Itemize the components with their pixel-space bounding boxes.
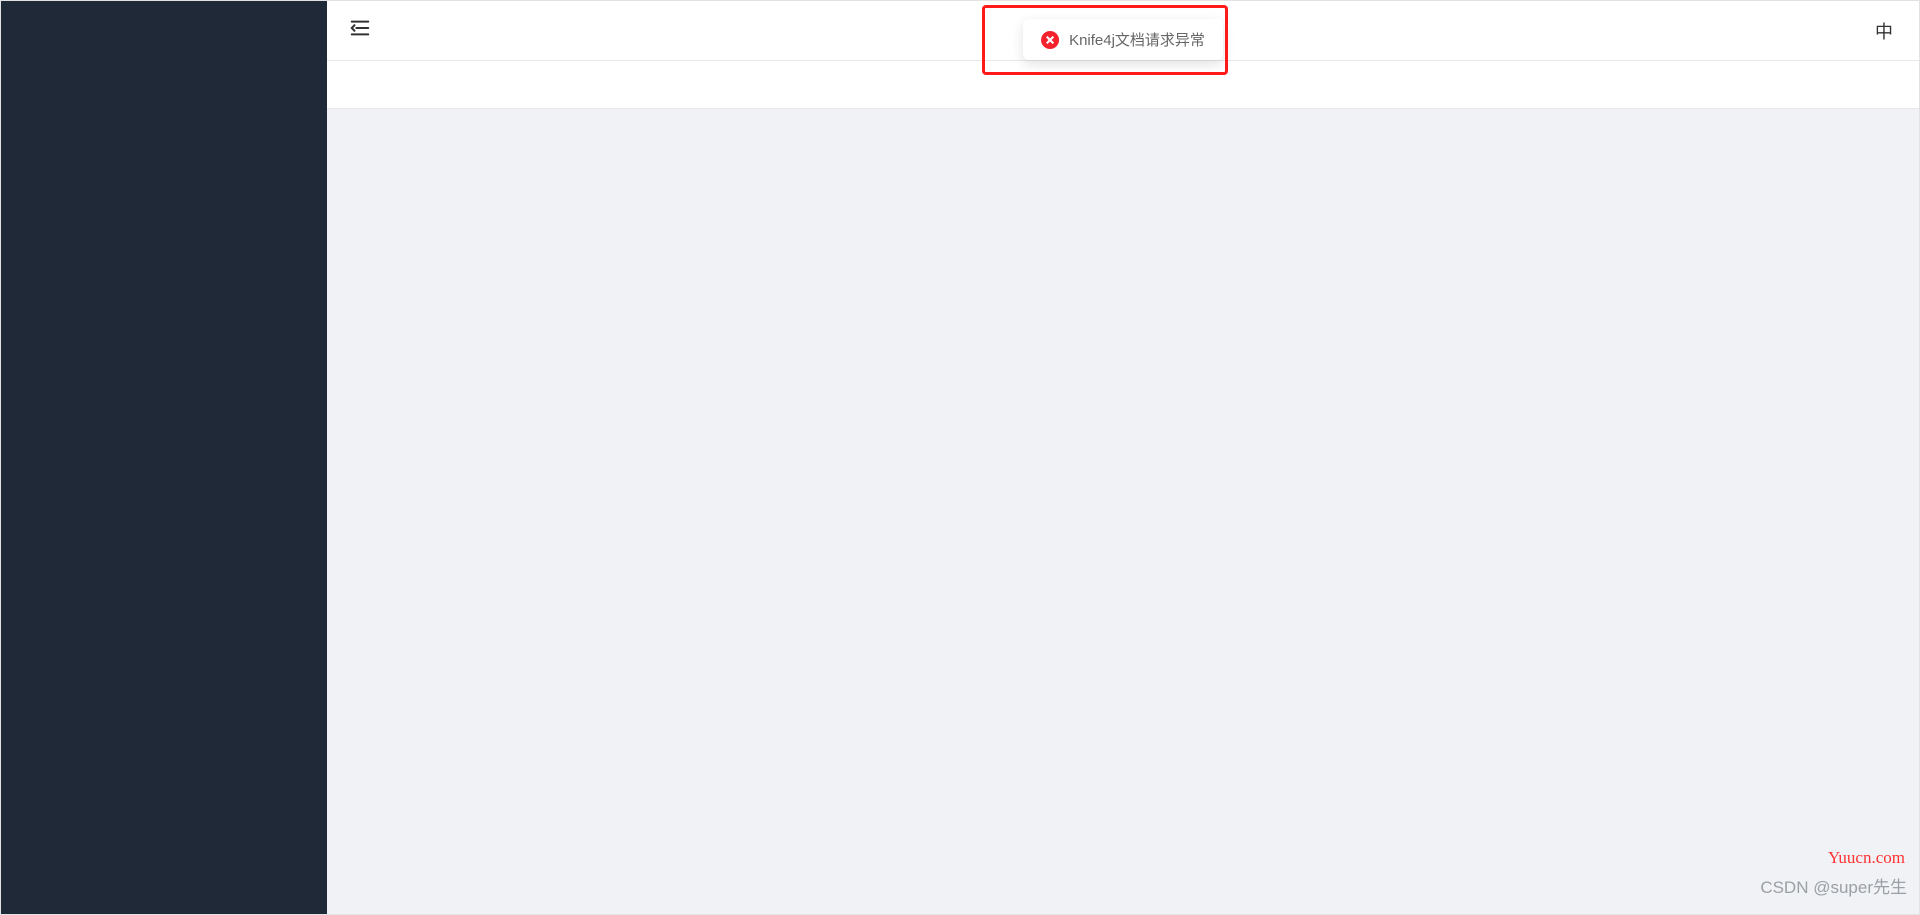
- language-label: 中: [1875, 22, 1893, 42]
- menu-toggle-button[interactable]: [347, 18, 373, 44]
- app-root: 中 Knife4j文档请求异常 Yuucn.com CSDN @super先生: [0, 0, 1920, 915]
- top-header: 中 Knife4j文档请求异常: [327, 1, 1919, 61]
- error-icon: [1041, 31, 1059, 49]
- sidebar: [1, 1, 327, 914]
- tab-bar: [327, 61, 1919, 109]
- main-area: 中 Knife4j文档请求异常 Yuucn.com CSDN @super先生: [327, 1, 1919, 914]
- language-switch-button[interactable]: 中: [1869, 14, 1899, 48]
- menu-fold-icon: [349, 17, 371, 44]
- content-area: [327, 109, 1919, 914]
- error-toast: Knife4j文档请求异常: [1023, 19, 1223, 60]
- watermark-site: Yuucn.com: [1828, 848, 1905, 868]
- toast-message: Knife4j文档请求异常: [1069, 29, 1205, 50]
- watermark-author: CSDN @super先生: [1760, 873, 1907, 898]
